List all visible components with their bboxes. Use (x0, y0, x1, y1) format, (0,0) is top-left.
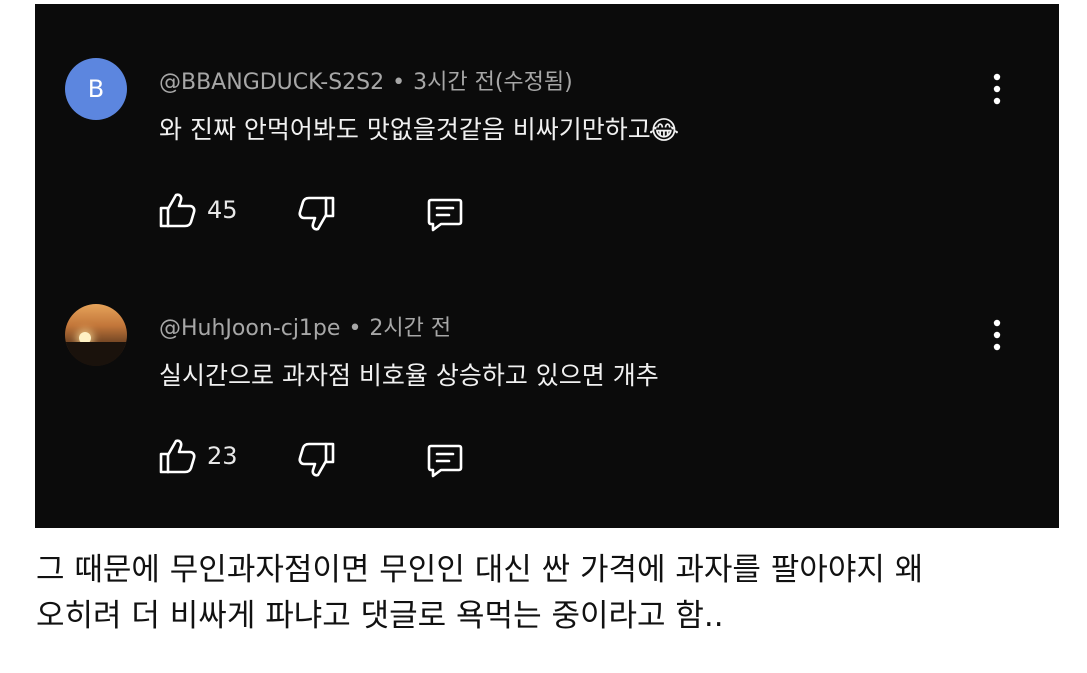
comment-text: 실시간으로 과자점 비호율 상승하고 있으면 개추 (159, 356, 659, 392)
thumbs-up-icon[interactable] (157, 436, 197, 476)
username[interactable]: @BBANGDUCK-S2S2 (159, 70, 384, 95)
caption-line: 그 때문에 무인과자점이면 무인인 대신 싼 가격에 과자를 팔아야지 왜 (36, 552, 924, 588)
timestamp: 2시간 전 (369, 316, 452, 341)
avatar-ground (65, 342, 127, 366)
thumbs-down-icon[interactable] (297, 440, 337, 480)
avatar[interactable] (65, 304, 127, 366)
comment-screenshot: B @BBANGDUCK-S2S2 • 3시간 전(수정됨) 와 진짜 안먹어봐도 … (35, 4, 1059, 528)
reply-icon[interactable] (425, 440, 465, 480)
separator: • (348, 316, 362, 341)
comment-body: 와 진짜 안먹어봐도 맛없을것같음 비싸기만하고 (159, 115, 651, 144)
thumbs-up-icon[interactable] (157, 190, 197, 230)
comment-body: 실시간으로 과자점 비호율 상승하고 있으면 개추 (159, 361, 659, 390)
like-count: 23 (207, 442, 238, 470)
caption-text: 그 때문에 무인과자점이면 무인인 대신 싼 가격에 과자를 팔아야지 왜 오히… (36, 547, 1076, 639)
more-options-icon[interactable] (991, 72, 1003, 106)
avatar-letter: B (87, 75, 105, 103)
avatar[interactable]: B (65, 58, 127, 120)
caption-line: 오히려 더 비싸게 파냐고 댓글로 욕먹는 중이라고 함.. (36, 598, 724, 634)
comment-header: @HuhJoon-cj1pe • 2시간 전 (159, 310, 451, 342)
more-options-icon[interactable] (991, 318, 1003, 352)
like-count: 45 (207, 196, 238, 224)
username[interactable]: @HuhJoon-cj1pe (159, 316, 340, 341)
comment-text: 와 진짜 안먹어봐도 맛없을것같음 비싸기만하고😂 (159, 110, 679, 146)
reply-icon[interactable] (425, 194, 465, 234)
laughing-emoji-icon: 😂 (648, 116, 680, 146)
thumbs-down-icon[interactable] (297, 194, 337, 234)
timestamp: 3시간 전(수정됨) (413, 70, 573, 95)
comment-header: @BBANGDUCK-S2S2 • 3시간 전(수정됨) (159, 64, 573, 96)
separator: • (392, 70, 406, 95)
